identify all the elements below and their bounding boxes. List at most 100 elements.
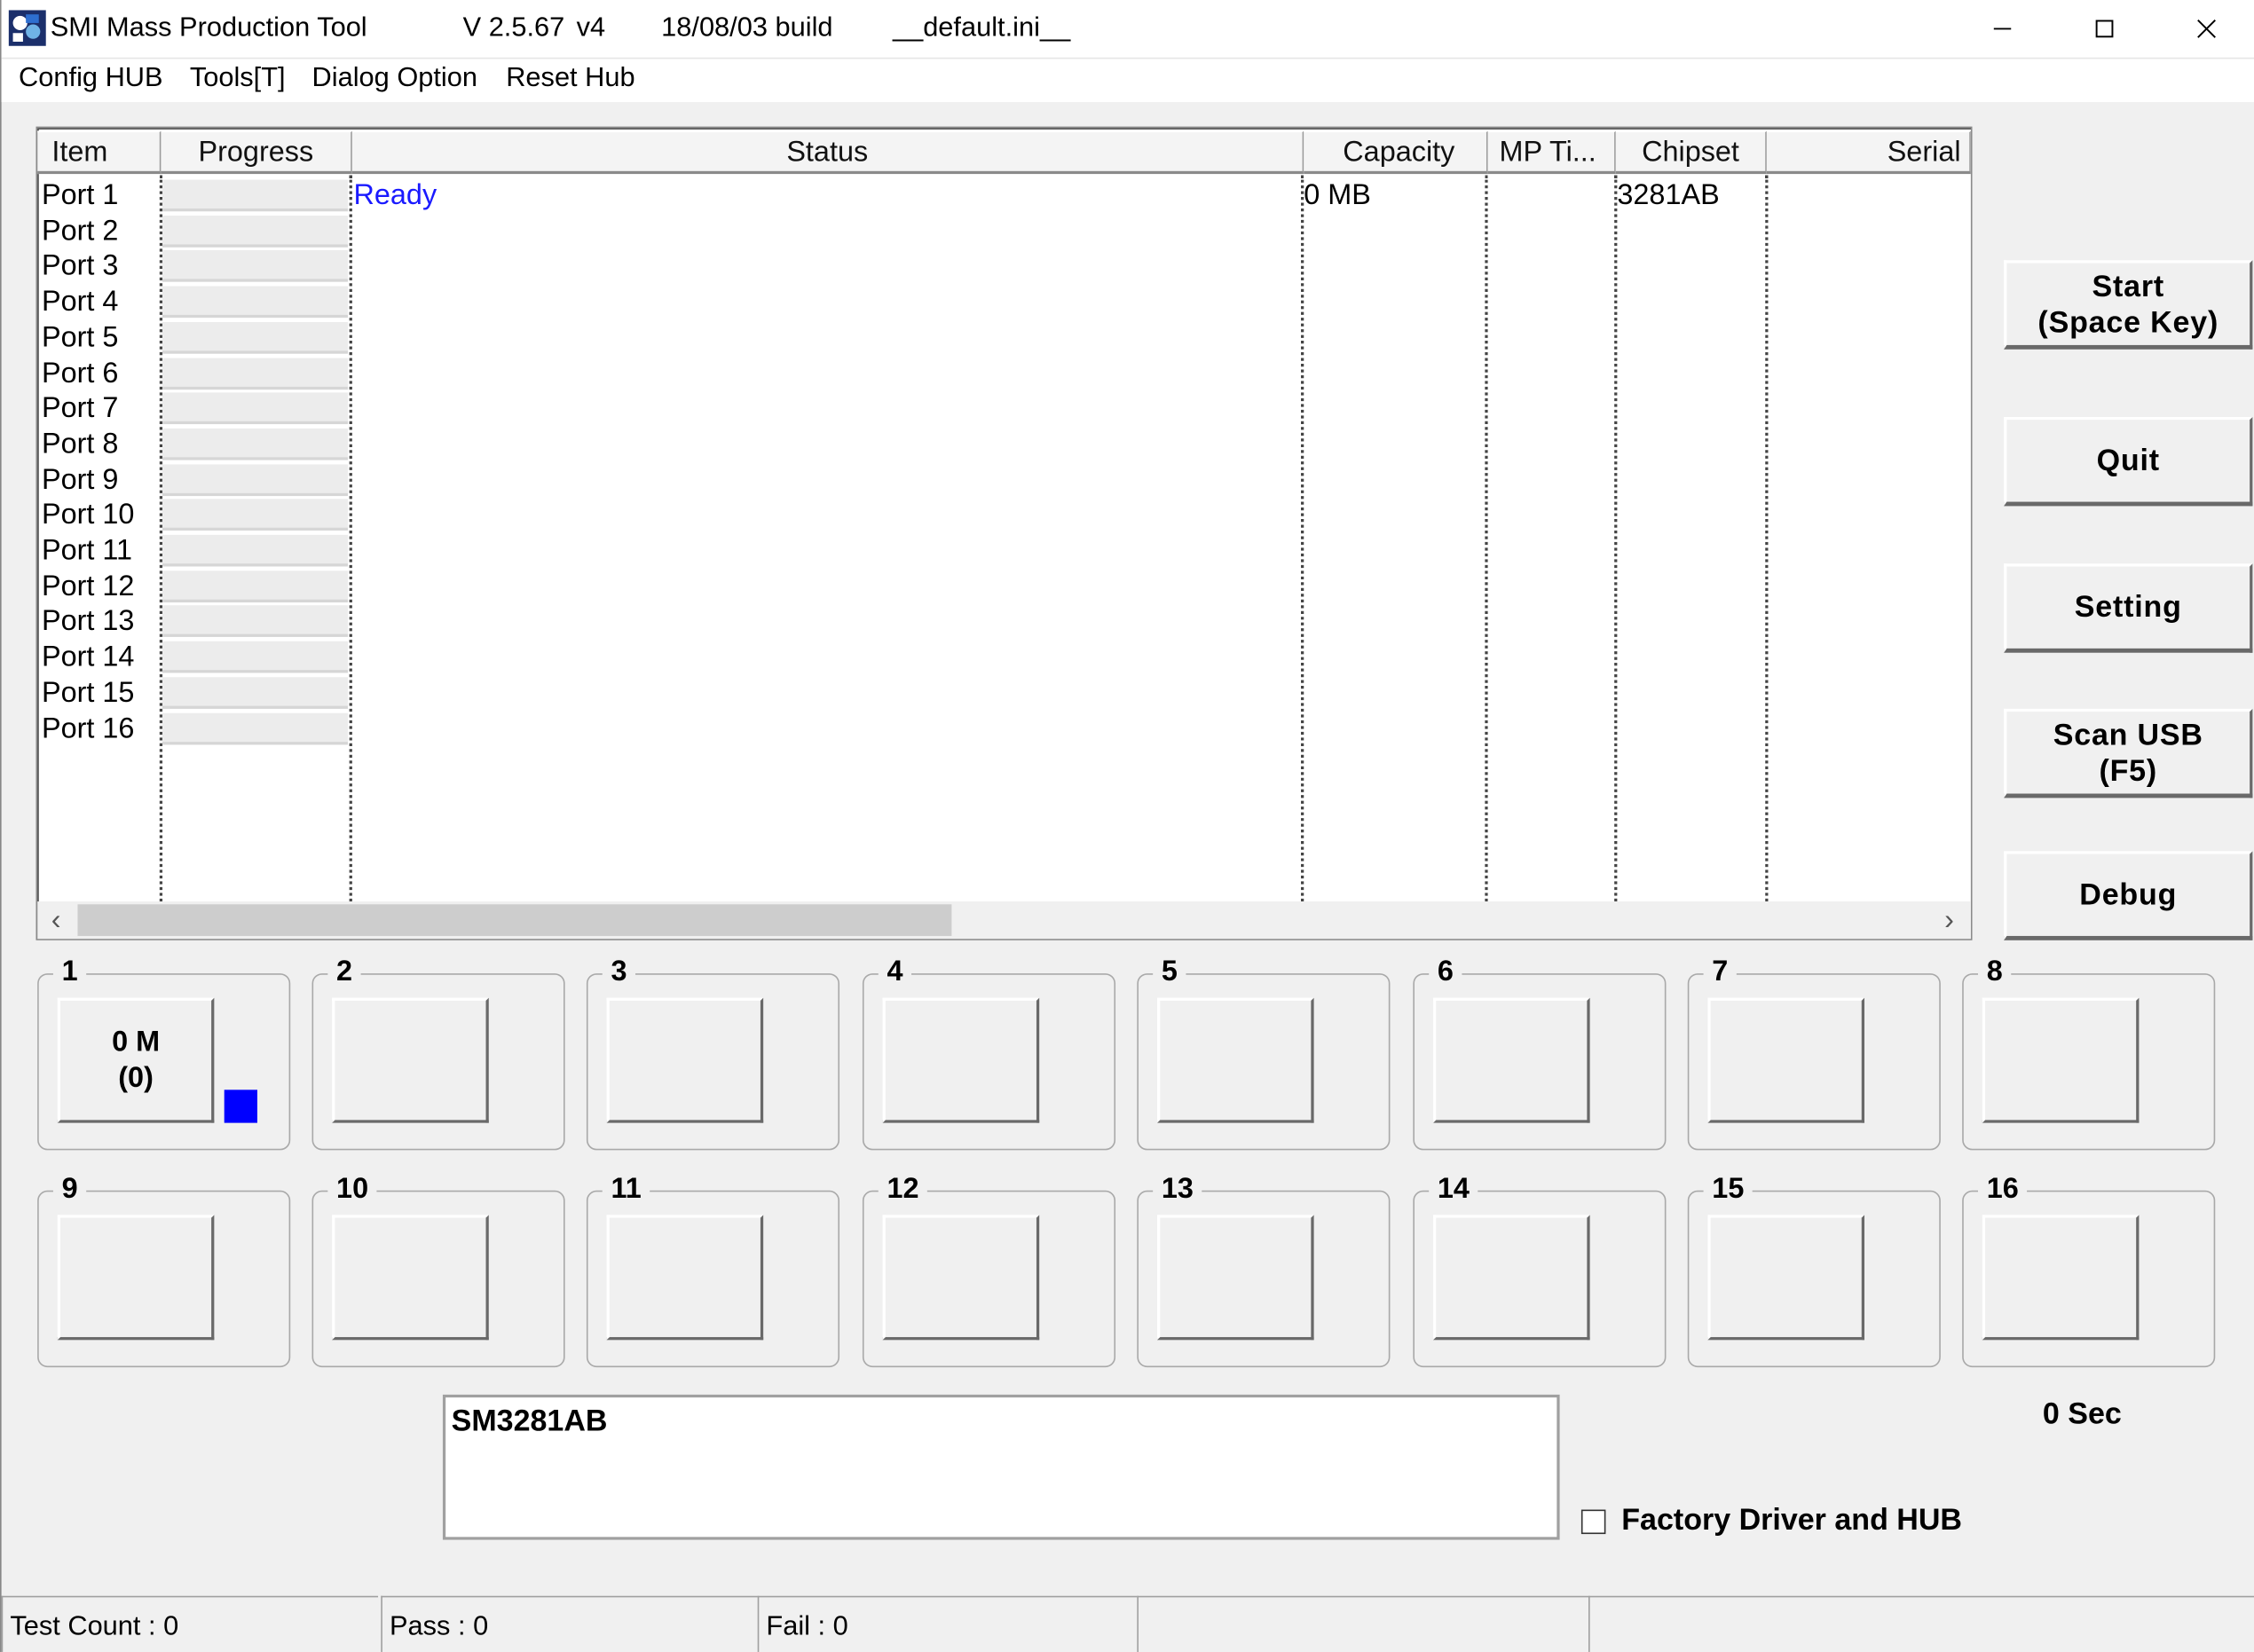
port-group-13: 13: [1137, 1171, 1391, 1368]
column-header-progress[interactable]: Progress: [161, 130, 352, 175]
menu-reset-hub[interactable]: Reset Hub: [505, 63, 637, 95]
variant-text: v4: [576, 12, 606, 43]
port-2-button[interactable]: [332, 997, 489, 1123]
port-3-button[interactable]: [606, 997, 764, 1123]
scan-usb-button[interactable]: Scan USB (F5): [2004, 708, 2253, 798]
port-5-button[interactable]: [1157, 997, 1314, 1123]
port-4-button[interactable]: [882, 997, 1040, 1123]
port-progress-bar: [162, 428, 349, 460]
quit-button[interactable]: Quit: [2004, 416, 2253, 507]
port-group-label: 4: [878, 955, 912, 989]
menu-tools[interactable]: Tools[T]: [188, 63, 287, 95]
port-group-9: 9: [37, 1171, 291, 1368]
close-icon: [2197, 19, 2216, 38]
column-header-status[interactable]: Status: [351, 130, 1304, 175]
column-header-chipset[interactable]: Chipset: [1615, 130, 1767, 175]
port-row-label[interactable]: Port 11: [42, 533, 132, 568]
scrollbar-thumb[interactable]: [77, 904, 952, 936]
port-progress-bar: [162, 250, 349, 283]
column-header-mp-time[interactable]: MP Ti...: [1487, 130, 1616, 175]
menu-dialog-option[interactable]: Dialog Option: [311, 63, 479, 95]
port-group-8: 8: [1962, 955, 2216, 1151]
port-group-label: 6: [1429, 955, 1462, 989]
app-title: SMI Mass Production Tool: [50, 12, 367, 43]
port-group-label: 10: [327, 1171, 377, 1207]
chip-info-box: SM3281AB: [442, 1394, 1560, 1540]
port-row-label[interactable]: Port 1: [42, 178, 118, 213]
port-row-label[interactable]: Port 9: [42, 462, 118, 497]
column-header-serial[interactable]: Serial: [1766, 130, 1971, 175]
app-icon: [8, 10, 46, 46]
port-list-view[interactable]: Item Progress Status Capacity MP Ti... C…: [35, 126, 1973, 940]
port-row-label[interactable]: Port 4: [42, 285, 118, 319]
port-group-label: 5: [1153, 955, 1186, 989]
port-group-label: 11: [602, 1171, 650, 1207]
maximize-button[interactable]: [2055, 0, 2153, 58]
port-row-label[interactable]: Port 2: [42, 214, 118, 248]
port-group-4: 4: [862, 955, 1116, 1151]
port-group-label: 14: [1429, 1171, 1478, 1207]
start-button-shortcut: (Space Key): [2037, 305, 2219, 339]
port-1-button[interactable]: 0 M (0): [57, 997, 215, 1123]
factory-driver-checkbox[interactable]: [1580, 1509, 1606, 1535]
port-13-button[interactable]: [1157, 1215, 1314, 1341]
menu-bar: Config HUB Tools[T] Dialog Option Reset …: [1, 59, 2254, 103]
port-row-label[interactable]: Port 15: [42, 675, 134, 710]
port-group-16: 16: [1962, 1171, 2216, 1368]
port-9-button[interactable]: [57, 1215, 215, 1341]
scroll-left-icon[interactable]: ‹: [37, 901, 75, 939]
port-row-label[interactable]: Port 6: [42, 356, 118, 390]
scan-usb-button-label: Scan USB: [2053, 718, 2203, 751]
port-group-label: 15: [1703, 1171, 1754, 1207]
horizontal-scrollbar[interactable]: ‹ ›: [37, 901, 1971, 940]
port-15-button[interactable]: [1707, 1215, 1865, 1341]
port-group-7: 7: [1687, 955, 1941, 1151]
port-row-label[interactable]: Port 13: [42, 604, 134, 639]
port-16-button[interactable]: [1982, 1215, 2140, 1341]
port-row-label[interactable]: Port 10: [42, 498, 134, 532]
port-row-label[interactable]: Port 16: [42, 711, 134, 745]
port-row-label[interactable]: Port 14: [42, 640, 134, 674]
port-10-button[interactable]: [332, 1215, 489, 1341]
port-group-12: 12: [862, 1171, 1116, 1368]
port-row-label[interactable]: Port 5: [42, 320, 118, 355]
scroll-right-icon[interactable]: ›: [1931, 901, 1968, 939]
port-group-label: 2: [327, 955, 361, 989]
port-row-label[interactable]: Port 12: [42, 569, 134, 603]
debug-button[interactable]: Debug: [2004, 851, 2253, 940]
port-group-3: 3: [586, 955, 840, 1151]
column-header-capacity[interactable]: Capacity: [1304, 130, 1488, 175]
column-divider: [1301, 175, 1304, 902]
port-14-button[interactable]: [1433, 1215, 1590, 1341]
fail-text: Fail : 0: [766, 1611, 848, 1642]
column-divider: [349, 175, 352, 902]
port-group-label: 16: [1977, 1171, 2028, 1207]
status-panel-5: [1588, 1595, 2254, 1652]
start-button[interactable]: Start (Space Key): [2004, 260, 2253, 350]
port-group-label: 13: [1153, 1171, 1202, 1207]
port-6-button[interactable]: [1433, 997, 1590, 1123]
port-12-button[interactable]: [882, 1215, 1040, 1341]
port-row-label[interactable]: Port 7: [42, 391, 118, 426]
column-header-label: Status: [786, 136, 869, 169]
column-header-item[interactable]: Item: [37, 130, 162, 175]
column-divider: [1614, 175, 1618, 902]
port-capacity-text: 0 M: [112, 1026, 161, 1058]
pass-text: Pass : 0: [389, 1611, 489, 1642]
port-progress-bar: [162, 712, 349, 744]
column-divider: [1485, 175, 1488, 902]
port-8-button[interactable]: [1982, 997, 2140, 1123]
minimize-button[interactable]: [1953, 0, 2051, 58]
factory-driver-label[interactable]: Factory Driver and HUB: [1621, 1504, 1962, 1538]
port-group-14: 14: [1413, 1171, 1667, 1368]
minimize-icon: [1993, 28, 2012, 30]
close-button[interactable]: [2157, 0, 2254, 58]
status-panel-4: [1137, 1595, 1588, 1652]
port-progress-bar: [162, 215, 349, 248]
port-11-button[interactable]: [606, 1215, 764, 1341]
port-7-button[interactable]: [1707, 997, 1865, 1123]
port-row-label[interactable]: Port 3: [42, 249, 118, 284]
menu-config-hub[interactable]: Config HUB: [17, 63, 164, 95]
setting-button[interactable]: Setting: [2004, 563, 2253, 653]
port-row-label[interactable]: Port 8: [42, 427, 118, 461]
